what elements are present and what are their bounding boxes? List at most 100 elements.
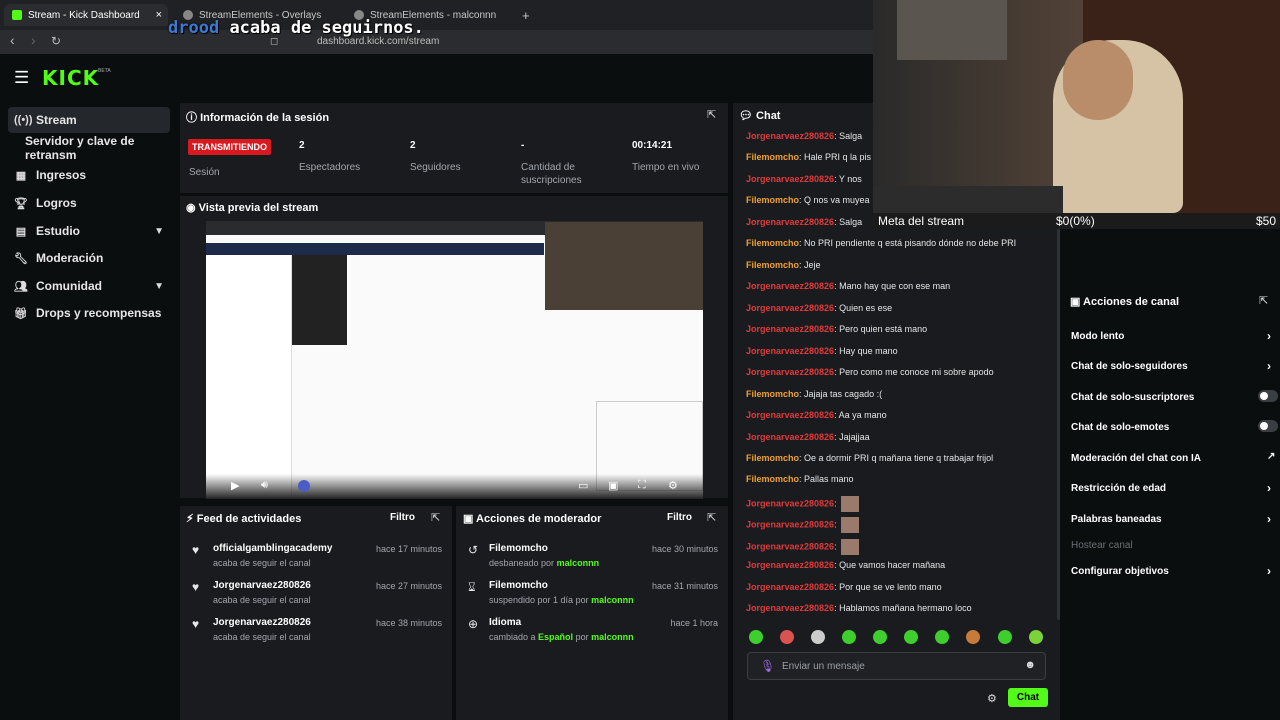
theater-icon[interactable]: ▣ [608, 479, 618, 492]
mod-username[interactable]: malconnn [591, 632, 634, 642]
toggle-switch[interactable] [1258, 390, 1278, 402]
mod-username[interactable]: malconnn [557, 558, 600, 568]
mod-filter-button[interactable]: Filtro [667, 512, 692, 523]
emote-icon[interactable] [749, 630, 763, 644]
kick-logo[interactable]: KICK [42, 66, 99, 90]
chat-username[interactable]: Filemomcho [746, 195, 799, 205]
channel-action-item[interactable]: Palabras baneadas › [1071, 512, 1276, 526]
channel-action-item[interactable]: Chat de solo-emotes [1071, 420, 1278, 433]
chat-username[interactable]: Jorgenarvaez280826 [746, 432, 834, 442]
chat-message: Jorgenarvaez280826: Por que se ve lento … [746, 582, 942, 592]
follow-alert-overlay: drood acaba de seguirnos. [168, 18, 424, 38]
reload-icon[interactable]: ↻ [51, 34, 61, 48]
chat-username[interactable]: Jorgenarvaez280826 [746, 541, 834, 551]
chat-username[interactable]: Jorgenarvaez280826 [746, 303, 834, 313]
activity-feed-title: ⚡︎ Feed de actividades [186, 512, 301, 525]
emote-icon[interactable] [966, 630, 980, 644]
sidebar-item-stream[interactable]: ((•)) Stream [8, 107, 170, 133]
hourglass-icon: ⌛︎ [468, 580, 476, 594]
emote-icon[interactable] [998, 630, 1012, 644]
close-tab-icon[interactable]: × [156, 9, 162, 21]
channel-action-item[interactable]: Chat de solo-suscriptores [1071, 390, 1278, 403]
beta-badge: BETA [98, 68, 111, 74]
chat-username[interactable]: Jorgenarvaez280826 [746, 560, 834, 570]
sidebar-item-server-key[interactable]: Servidor y clave de retransm [8, 134, 178, 162]
chat-username[interactable]: Jorgenarvaez280826 [746, 603, 834, 613]
chat-message: Filemomcho: Hale PRI q la pis [746, 152, 871, 162]
chat-username[interactable]: Jorgenarvaez280826 [746, 367, 834, 377]
channel-action-item[interactable]: Restricción de edad › [1071, 481, 1276, 495]
chat-username[interactable]: Jorgenarvaez280826 [746, 217, 834, 227]
viewers-stat: 2 Espectadores [299, 140, 399, 174]
chat-username[interactable]: Jorgenarvaez280826 [746, 498, 834, 508]
chat-username[interactable]: Jorgenarvaez280826 [746, 131, 834, 141]
popout-icon[interactable]: ⇱ [1259, 294, 1268, 307]
studio-icon: ▤ [15, 225, 27, 238]
emoji-picker-icon[interactable]: ☻ [1024, 659, 1036, 671]
chat-text: Mano hay que con ese man [839, 281, 951, 291]
chat-placeholder: Enviar un mensaje [782, 661, 865, 672]
sidebar-item-estudio[interactable]: ▤ Estudio ▼ [8, 218, 170, 244]
sidebar-item-logros[interactable]: 🏆︎ Logros [8, 190, 170, 216]
toggle-switch[interactable] [1258, 420, 1278, 432]
back-icon[interactable]: ‹ [10, 32, 15, 48]
chevron-right-icon: › [1267, 329, 1271, 343]
chat-username[interactable]: Jorgenarvaez280826 [746, 519, 834, 529]
forward-icon[interactable]: › [31, 32, 36, 48]
emote-icon[interactable] [1029, 630, 1043, 644]
channel-action-item[interactable]: Modo lento › [1071, 329, 1276, 343]
camera-icon: ◉ [186, 202, 199, 214]
sidebar-item-moderacion[interactable]: 🔧︎ Moderación [8, 245, 170, 271]
emote-icon[interactable] [904, 630, 918, 644]
chat-username[interactable]: Jorgenarvaez280826 [746, 582, 834, 592]
chat-text: Aa ya mano [838, 410, 887, 420]
chevron-right-icon: › [1267, 512, 1271, 526]
chat-username[interactable]: Filemomcho [746, 152, 799, 162]
popout-icon[interactable]: ⇱ [431, 511, 440, 524]
emote-icon[interactable] [780, 630, 794, 644]
sidebar-item-ingresos[interactable]: ▦ Ingresos [8, 162, 170, 188]
stat-label: Seguidores [410, 162, 461, 173]
pip-icon[interactable]: ▭ [578, 479, 588, 492]
tab-kick-dashboard[interactable]: Stream - Kick Dashboard × [4, 4, 168, 26]
channel-action-item[interactable]: Chat de solo-seguidores › [1071, 359, 1276, 373]
settings-gear-icon[interactable]: ⚙ [668, 479, 678, 492]
popout-icon[interactable]: ⇱ [707, 511, 716, 524]
chat-username[interactable]: Jorgenarvaez280826 [746, 174, 834, 184]
chat-username[interactable]: Filemomcho [746, 453, 799, 463]
send-chat-button[interactable]: Chat [1008, 688, 1048, 707]
channel-action-item[interactable]: Configurar objetivos › [1071, 564, 1276, 578]
chat-username[interactable]: Filemomcho [746, 389, 799, 399]
sidebar-item-drops[interactable]: 🎁︎ Drops y recompensas [8, 300, 170, 326]
emote-icon[interactable] [873, 630, 887, 644]
channel-action-label: Configurar objetivos [1071, 566, 1169, 577]
menu-icon[interactable]: ☰ [14, 68, 29, 88]
mod-time: hace 1 hora [670, 618, 718, 628]
activity-filter-button[interactable]: Filtro [390, 512, 415, 523]
emote-icon[interactable] [842, 630, 856, 644]
chat-username[interactable]: Jorgenarvaez280826 [746, 281, 834, 291]
chat-username[interactable]: Filemomcho [746, 238, 799, 248]
chat-username[interactable]: Filemomcho [746, 474, 799, 484]
fullscreen-icon[interactable]: ⛶ [638, 479, 646, 492]
chat-settings-gear-icon[interactable]: ⚙ [987, 692, 997, 705]
chat-input[interactable]: 🎙︎ Enviar un mensaje ☻ [747, 652, 1046, 680]
new-tab-button[interactable]: + [514, 4, 538, 26]
emote-image-icon [841, 539, 860, 555]
play-icon[interactable]: ▶ [231, 479, 239, 492]
volume-icon[interactable]: 🔊︎ [261, 479, 268, 492]
channel-action-item[interactable]: Moderación del chat con IA ↗ [1071, 451, 1276, 464]
chat-username[interactable]: Filemomcho [746, 260, 799, 270]
sidebar-item-comunidad[interactable]: 👥︎ Comunidad ▼ [8, 273, 170, 299]
emote-icon[interactable] [811, 630, 825, 644]
volume-slider-handle[interactable] [298, 480, 310, 492]
mod-username[interactable]: malconnn [591, 595, 634, 605]
chat-username[interactable]: Jorgenarvaez280826 [746, 324, 834, 334]
chat-text: Salga [839, 217, 863, 227]
popout-icon[interactable]: ⇱ [707, 108, 716, 121]
emote-icon[interactable] [935, 630, 949, 644]
chat-username[interactable]: Jorgenarvaez280826 [746, 410, 834, 420]
activity-action: acaba de seguir el canal [213, 595, 311, 605]
microphone-icon[interactable]: 🎙︎ [760, 659, 775, 673]
chat-username[interactable]: Jorgenarvaez280826 [746, 346, 834, 356]
